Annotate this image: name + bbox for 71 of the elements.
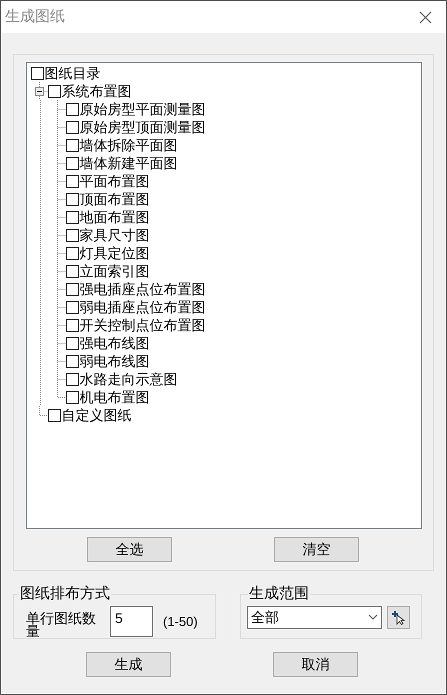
tree-item-label[interactable]: 自定义图纸 (62, 406, 132, 424)
cursor-plus-icon (391, 610, 406, 624)
tree-line (56, 226, 66, 244)
checkbox[interactable] (66, 228, 78, 242)
checkbox[interactable] (66, 210, 78, 224)
checkbox[interactable] (66, 300, 78, 314)
tree-item-label[interactable]: 强电布线图 (80, 334, 150, 352)
window-title: 生成图纸 (5, 6, 65, 27)
tree-line (56, 136, 66, 154)
checkbox[interactable] (66, 336, 78, 350)
tree-item-label[interactable]: 弱电插座点位布置图 (80, 298, 206, 316)
tree-line (56, 208, 66, 226)
tree-item-label[interactable]: 原始房型顶面测量图 (80, 118, 206, 136)
cancel-button[interactable]: 取消 (273, 652, 358, 677)
checkbox[interactable] (30, 66, 44, 80)
range-hint: (1-50) (163, 612, 198, 631)
tree-line (56, 262, 66, 280)
tree-line (56, 154, 66, 172)
tree-item-label[interactable]: 平面布置图 (80, 172, 150, 190)
group-title: 生成范围 (248, 584, 310, 604)
tree-item-label[interactable]: 家具尺寸图 (80, 226, 150, 244)
checkbox[interactable] (66, 102, 78, 116)
select-all-button[interactable]: 全选 (87, 537, 172, 562)
tree-line (56, 298, 66, 316)
tree-item-label[interactable]: 墙体新建平面图 (80, 154, 178, 172)
tree-item-label[interactable]: 弱电布线图 (80, 352, 150, 370)
generate-button[interactable]: 生成 (86, 652, 171, 677)
tree-item-label[interactable]: 水路走向示意图 (80, 370, 178, 388)
checkbox[interactable] (66, 354, 78, 368)
chevron-down-icon (368, 614, 378, 620)
tree-item-label[interactable]: 开关控制点位布置图 (80, 316, 206, 334)
field-label: 单行图纸数量 (26, 612, 97, 638)
tree-line (56, 352, 66, 370)
close-icon[interactable] (419, 10, 432, 24)
tree-line (56, 100, 66, 118)
tree-line (56, 334, 66, 352)
tree-line (56, 190, 66, 208)
group-title: 图纸排布方式 (19, 584, 111, 604)
pick-button[interactable] (387, 606, 410, 628)
checkbox[interactable] (66, 318, 78, 332)
tree-item-label[interactable]: 墙体拆除平面图 (80, 136, 178, 154)
checkbox[interactable] (66, 174, 78, 188)
checkbox[interactable] (66, 264, 78, 278)
tree-item-label[interactable]: 顶面布置图 (80, 190, 150, 208)
collapse-icon[interactable] (34, 87, 44, 96)
tree-item-label[interactable]: 图纸目录 (44, 64, 100, 82)
clear-button[interactable]: 清空 (274, 537, 359, 562)
input-field[interactable]: 5 (110, 606, 153, 637)
checkbox[interactable] (66, 156, 78, 170)
checkbox[interactable] (66, 120, 78, 134)
checkbox[interactable] (66, 192, 78, 206)
tree-line (56, 280, 66, 298)
checkbox[interactable] (48, 84, 60, 98)
tree-line (56, 316, 66, 334)
tree-item-label[interactable]: 强电插座点位布置图 (80, 280, 206, 298)
checkbox[interactable] (66, 390, 78, 404)
tree-item-label[interactable]: 机电布置图 (80, 388, 150, 406)
scope-dropdown[interactable]: 全部 (247, 606, 382, 628)
tree-line (56, 172, 66, 190)
tree-item-label[interactable]: 原始房型平面测量图 (80, 100, 206, 118)
tree-item-label[interactable]: 地面布置图 (80, 208, 150, 226)
tree-item-label[interactable]: 立面索引图 (80, 262, 150, 280)
checkbox[interactable] (66, 138, 78, 152)
checkbox[interactable] (66, 372, 78, 386)
checkbox[interactable] (66, 246, 78, 260)
tree-item-label[interactable]: 灯具定位图 (80, 244, 150, 262)
checkbox[interactable] (66, 282, 78, 296)
tree-item-label[interactable]: 系统布置图 (62, 82, 132, 100)
tree-line (56, 118, 66, 136)
checkbox[interactable] (48, 408, 60, 422)
tree-line (56, 244, 66, 262)
